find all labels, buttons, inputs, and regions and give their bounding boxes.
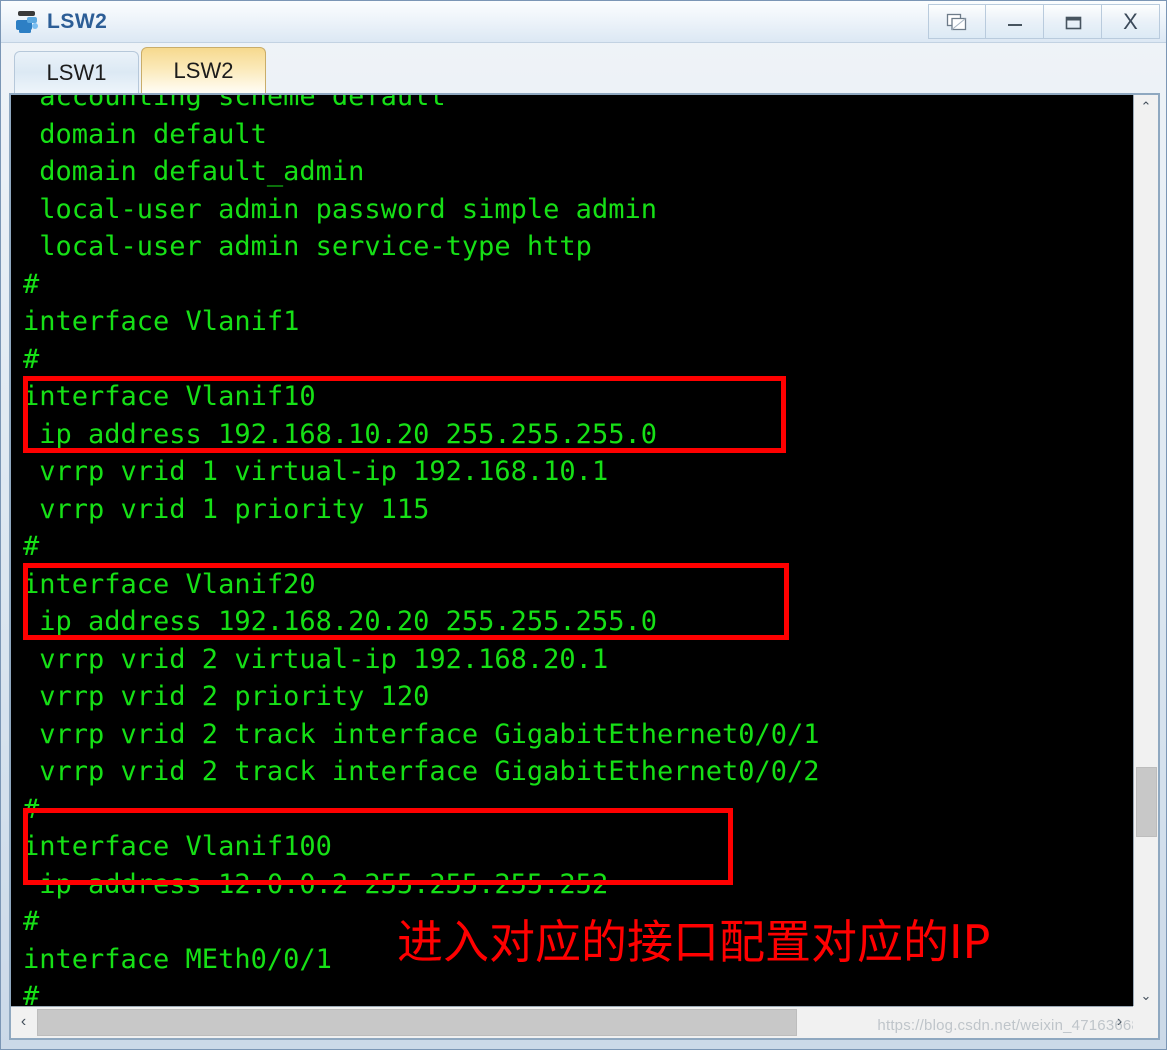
vertical-scrollbar[interactable]: ⌃ ⌄: [1133, 95, 1158, 1008]
horizontal-scroll-thumb[interactable]: [37, 1009, 797, 1036]
watermark-text: https://blog.csdn.net/weixin_47163668: [877, 1017, 1140, 1034]
tab-lsw1[interactable]: LSW1: [14, 51, 139, 93]
terminal-line: ip address 192.168.20.20 255.255.255.0: [23, 606, 657, 637]
terminal-line: vrrp vrid 1 virtual-ip 192.168.10.1: [23, 456, 609, 487]
maximize-window-button[interactable]: [1044, 4, 1102, 39]
terminal-line: vrrp vrid 2 priority 120: [23, 681, 430, 712]
terminal-line: local-user admin password simple admin: [23, 193, 657, 225]
terminal-line: vrrp vrid 1 priority 115: [23, 493, 430, 525]
terminal-line: domain default: [23, 118, 267, 150]
terminal-line: interface Vlanif100: [23, 831, 332, 862]
terminal-line: ip address 192.168.10.20 255.255.255.0: [23, 418, 657, 450]
terminal-line: domain default_admin: [23, 156, 365, 187]
tab-strip: LSW1 LSW2: [1, 43, 1166, 93]
vertical-scroll-thumb[interactable]: [1136, 767, 1157, 837]
restore-window-button[interactable]: [928, 4, 986, 39]
terminal-line: ip address 12.0.0.2 255.255.255.252: [23, 868, 609, 900]
terminal-line: accounting scheme default: [23, 95, 446, 112]
terminal-line: vrrp vrid 2 track interface GigabitEther…: [23, 756, 820, 787]
close-window-button[interactable]: X: [1102, 4, 1160, 39]
terminal-line: interface Vlanif20: [23, 568, 316, 600]
terminal-line: #: [23, 268, 40, 300]
window-controls: X: [928, 4, 1160, 39]
window-title: LSW2: [47, 9, 108, 33]
terminal-line: #: [23, 343, 40, 375]
scrollbar-corner: [1133, 1006, 1158, 1038]
terminal-text: accounting scheme default domain default…: [23, 95, 820, 1008]
switch-icon: [13, 8, 43, 36]
tab-lsw2[interactable]: LSW2: [141, 47, 266, 93]
scroll-left-icon[interactable]: ‹: [11, 1007, 36, 1037]
terminal-line: #: [23, 531, 40, 562]
terminal-line: #: [23, 981, 40, 1008]
application-window: LSW2 X LSW1 LSW2 accounting scheme defau…: [0, 0, 1167, 1050]
terminal-line: vrrp vrid 2 virtual-ip 192.168.20.1: [23, 643, 609, 675]
terminal-line: interface Vlanif1: [23, 306, 300, 337]
minimize-window-button[interactable]: [986, 4, 1044, 39]
scroll-up-icon[interactable]: ⌃: [1134, 95, 1158, 119]
terminal-line: vrrp vrid 2 track interface GigabitEther…: [23, 718, 820, 750]
chinese-annotation: 进入对应的接口配置对应的IP: [397, 915, 991, 969]
terminal-line: #: [23, 793, 40, 825]
terminal-line: local-user admin service-type http: [23, 231, 592, 262]
terminal-output[interactable]: accounting scheme default domain default…: [11, 95, 1133, 1008]
terminal-line: interface Vlanif10: [23, 381, 316, 412]
scroll-down-icon[interactable]: ⌄: [1134, 984, 1158, 1008]
horizontal-scrollbar[interactable]: ‹ › https://blog.csdn.net/weixin_4716366…: [11, 1006, 1158, 1038]
title-bar: LSW2 X: [1, 1, 1166, 43]
terminal-frame: accounting scheme default domain default…: [9, 93, 1160, 1040]
